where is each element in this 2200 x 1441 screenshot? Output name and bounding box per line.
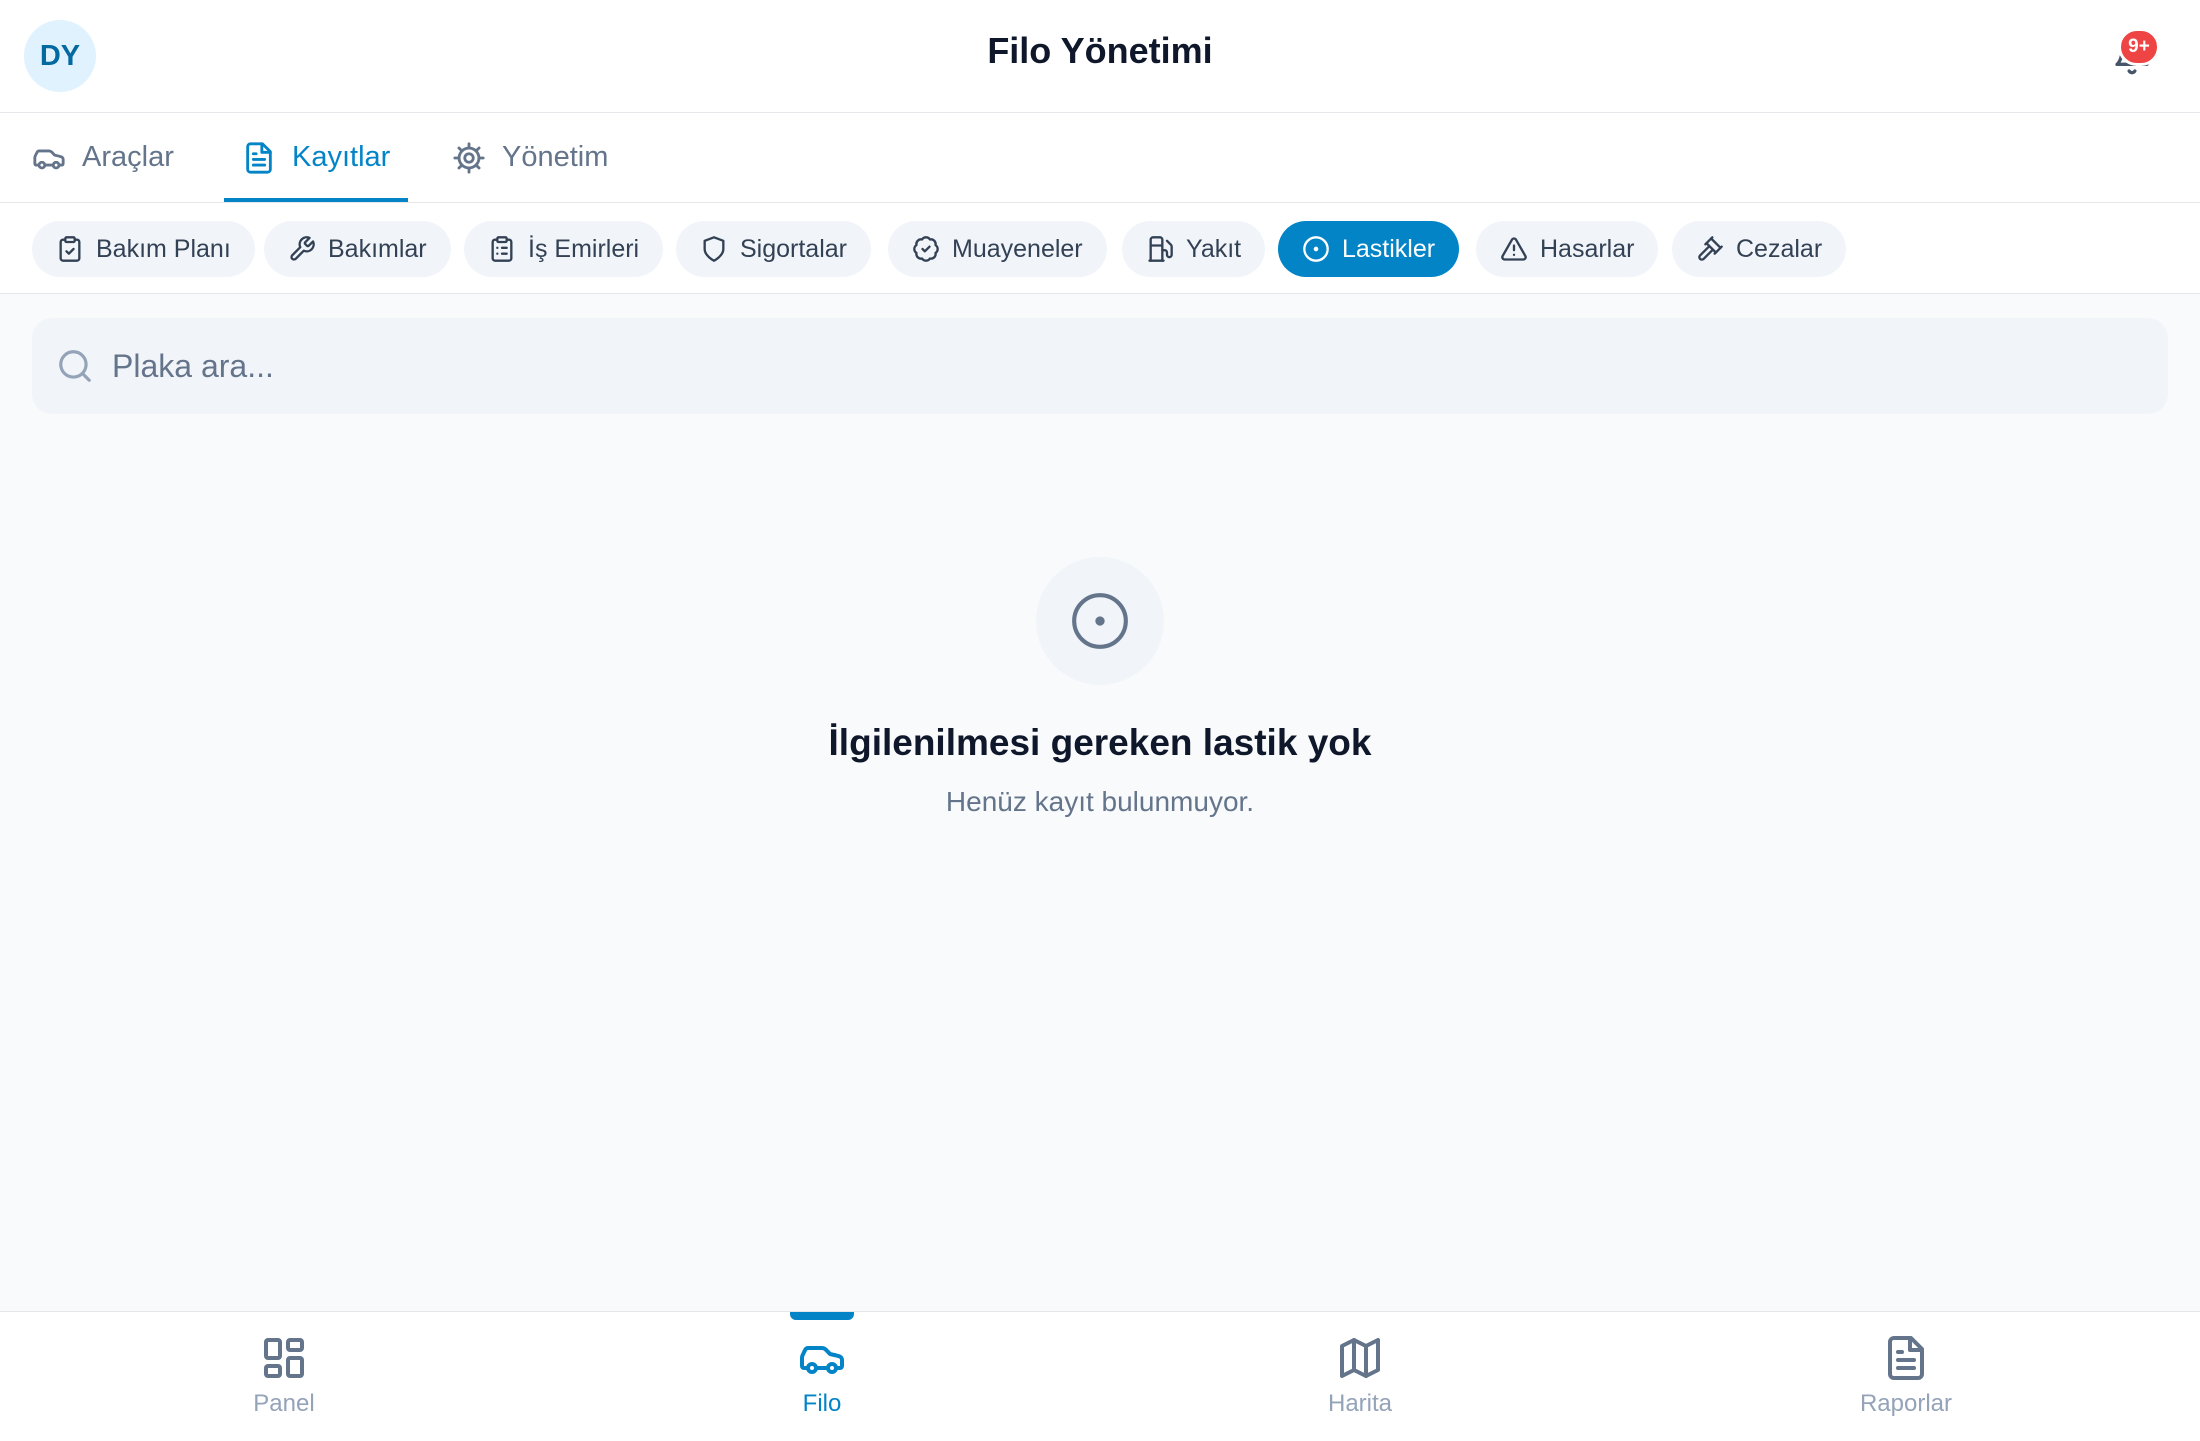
record-type-filter: Bakım Planı Bakımlar İş Emirleri Sigorta… (0, 203, 2200, 294)
tire-icon (1072, 593, 1128, 649)
chip-label: Lastikler (1342, 234, 1436, 263)
shield-icon (703, 236, 725, 262)
wrench-icon (290, 236, 315, 261)
page-title: Filo Yönetimi (987, 30, 1213, 71)
nav-harita[interactable]: Harita (1260, 1312, 1460, 1441)
chip-label: Yakıt (1186, 234, 1242, 263)
car-icon (33, 149, 65, 169)
gear-icon (453, 141, 485, 174)
nav-panel[interactable]: Panel (184, 1312, 384, 1441)
top-app-bar: DY Filo Yönetimi 9+ (0, 0, 2200, 113)
clipboard-list-icon (491, 236, 513, 262)
chip-hasarlar[interactable]: Hasarlar (1476, 221, 1659, 277)
active-indicator (790, 1312, 854, 1320)
map-icon (1340, 1338, 1380, 1378)
clipboard-check-icon (59, 236, 81, 262)
chip-label: İş Emirleri (528, 234, 640, 263)
tab-label: Kayıtlar (292, 141, 391, 173)
chip-bakim-plani[interactable]: Bakım Planı (32, 221, 255, 277)
chip-sigortalar[interactable]: Sigortalar (676, 221, 871, 277)
warning-icon (1501, 237, 1527, 261)
badge-check-icon (913, 236, 939, 262)
tab-label: Yönetim (502, 141, 609, 173)
fuel-icon (1148, 236, 1173, 262)
search-icon (59, 350, 91, 382)
tab-kayitlar[interactable]: Kayıtlar (224, 113, 409, 202)
nav-filo[interactable]: Filo (722, 1312, 922, 1441)
empty-state-illustration (1036, 557, 1164, 685)
chip-lastikler[interactable]: Lastikler (1278, 221, 1460, 277)
chip-bakimlar[interactable]: Bakımlar (264, 221, 451, 277)
empty-state-title: İlgilenilmesi gereken lastik yok (828, 722, 1372, 763)
plate-search-bar (32, 318, 2168, 414)
chip-is-emirleri[interactable]: İş Emirleri (464, 221, 664, 277)
chip-cezalar[interactable]: Cezalar (1672, 221, 1847, 277)
plate-search-input[interactable] (110, 346, 2014, 386)
nav-label: Panel (253, 1390, 315, 1417)
primary-tabs: Araçlar Kayıtlar Yönetim (0, 113, 2200, 203)
report-icon (1888, 1336, 1924, 1380)
chip-label: Sigortalar (740, 234, 847, 263)
dashboard-icon (264, 1338, 304, 1378)
chip-label: Bakım Planı (96, 234, 231, 263)
notification-count-badge: 9+ (2118, 28, 2160, 66)
tab-araclar[interactable]: Araçlar (32, 113, 174, 202)
tire-icon (1303, 236, 1329, 262)
chip-label: Muayeneler (952, 234, 1083, 263)
chip-label: Hasarlar (1540, 234, 1635, 263)
nav-raporlar[interactable]: Raporlar (1806, 1312, 2006, 1441)
tab-label: Araçlar (82, 141, 174, 173)
empty-state-subtitle: Henüz kayıt bulunmuyor. (945, 786, 1255, 817)
tab-yonetim[interactable]: Yönetim (452, 113, 608, 202)
chip-label: Bakımlar (328, 234, 427, 263)
gavel-icon (1698, 236, 1723, 261)
car-icon (800, 1346, 844, 1374)
document-icon (246, 141, 272, 174)
chip-label: Cezalar (1736, 234, 1823, 263)
nav-label: Harita (1327, 1390, 1393, 1417)
nav-label: Filo (802, 1390, 842, 1417)
nav-label: Raporlar (1859, 1390, 1953, 1417)
bottom-navigation: Panel Filo Harita Raporlar (0, 1311, 2200, 1441)
chip-muayeneler[interactable]: Muayeneler (888, 221, 1107, 277)
chip-yakit[interactable]: Yakıt (1122, 221, 1266, 277)
